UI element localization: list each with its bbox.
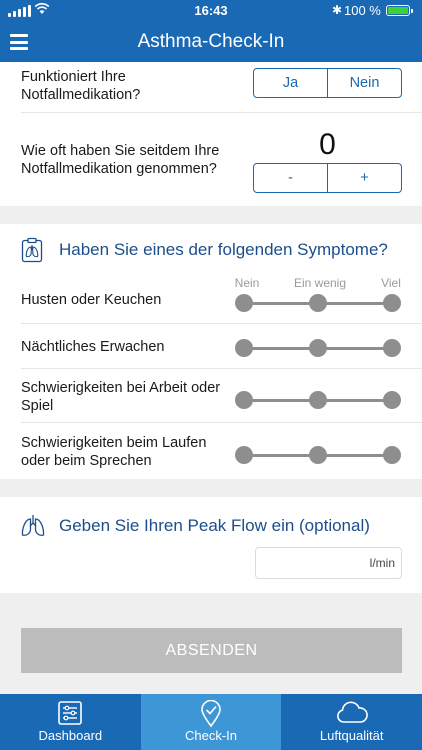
scale-label-little: Ein wenig — [293, 276, 347, 290]
symptom-label-cough: Husten oder Keuchen — [21, 292, 162, 308]
slider-stop-much[interactable] — [383, 339, 401, 357]
divider — [21, 112, 422, 113]
lungs-icon — [21, 515, 45, 536]
nav-bar: Asthma-Check-In — [0, 22, 422, 62]
slider-stop-little[interactable] — [309, 446, 327, 464]
status-bar: 16:43 ✱ 100 % — [0, 0, 422, 22]
peak-flow-input[interactable]: l/min — [255, 547, 402, 579]
tab-bar: Dashboard Check-In Luftqualität — [0, 694, 422, 750]
submit-button[interactable]: ABSENDEN — [21, 628, 402, 673]
divider — [21, 368, 422, 369]
usage-question: Wie oft haben Sie seitdem Ihre Notfallme… — [21, 143, 220, 177]
battery-percent: 100 % — [344, 3, 381, 18]
symptom-slider-work[interactable] — [235, 391, 401, 409]
slider-stop-none[interactable] — [235, 446, 253, 464]
slider-stop-much[interactable] — [383, 294, 401, 312]
scale-label-much: Viel — [381, 276, 401, 290]
slider-stop-little[interactable] — [309, 294, 327, 312]
symptom-label-walk: Schwierigkeiten beim Laufen oder beim Sp… — [21, 435, 207, 469]
symptom-slider-cough[interactable] — [235, 294, 401, 312]
slider-stop-none[interactable] — [235, 391, 253, 409]
peak-flow-title: Geben Sie Ihren Peak Flow ein (optional) — [59, 516, 370, 535]
peak-flow-unit: l/min — [369, 556, 395, 570]
decrement-button[interactable]: - — [254, 164, 327, 192]
divider — [21, 422, 422, 423]
no-button[interactable]: Nein — [327, 69, 401, 97]
symptoms-title: Haben Sie eines der folgenden Symptome? — [59, 240, 388, 259]
battery-icon — [386, 5, 413, 16]
tab-air-quality[interactable]: Luftqualität — [281, 694, 422, 750]
medication-toggle: Ja Nein — [253, 68, 402, 98]
tab-air-quality-label: Luftqualität — [319, 728, 384, 743]
symptom-label-work: Schwierigkeiten bei Arbeit oder Spiel — [21, 380, 221, 414]
dashboard-icon — [58, 701, 83, 725]
usage-count: 0 — [319, 128, 336, 161]
page-title: Asthma-Check-In — [137, 31, 285, 52]
slider-stop-little[interactable] — [309, 391, 327, 409]
slider-stop-much[interactable] — [383, 446, 401, 464]
cloud-icon — [336, 701, 368, 723]
slider-stop-much[interactable] — [383, 391, 401, 409]
yes-button[interactable]: Ja — [254, 69, 327, 97]
usage-stepper: - + — [253, 163, 402, 193]
tab-dashboard[interactable]: Dashboard — [0, 694, 141, 750]
symptom-label-night: Nächtliches Erwachen — [21, 339, 165, 355]
slider-stop-little[interactable] — [309, 339, 327, 357]
increment-button[interactable]: + — [327, 164, 401, 192]
tab-dashboard-label: Dashboard — [38, 728, 103, 743]
tab-check-in[interactable]: Check-In — [140, 694, 282, 750]
symptom-slider-walk[interactable] — [235, 446, 401, 464]
clipboard-lungs-icon — [21, 237, 43, 263]
check-in-icon — [201, 700, 221, 728]
slider-stop-none[interactable] — [235, 294, 253, 312]
symptom-slider-night[interactable] — [235, 339, 401, 357]
divider — [21, 323, 422, 324]
bluetooth-icon: ✱ — [332, 3, 343, 17]
scale-label-none: Nein — [234, 276, 260, 290]
tab-check-in-label: Check-In — [184, 728, 238, 743]
medication-question: Funktioniert Ihre Notfallmedikation? — [21, 69, 141, 103]
slider-stop-none[interactable] — [235, 339, 253, 357]
